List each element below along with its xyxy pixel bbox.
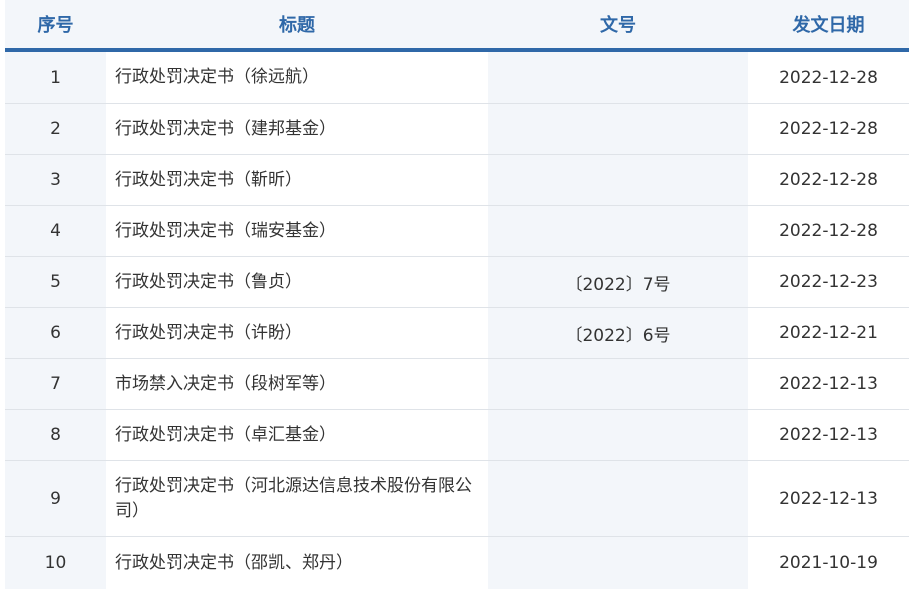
row-no: 5: [5, 257, 106, 307]
table-row: 7 市场禁入决定书（段树军等） 2022-12-13: [5, 359, 909, 410]
table-header: 序号 标题 文号 发文日期: [5, 0, 909, 52]
row-title-link[interactable]: 行政处罚决定书（徐远航）: [106, 52, 488, 103]
row-no: 9: [5, 461, 106, 536]
row-no: 8: [5, 410, 106, 460]
row-doc-no: [488, 537, 748, 589]
row-no: 10: [5, 537, 106, 589]
table-row: 6 行政处罚决定书（许盼） 〔2022〕6号 2022-12-21: [5, 308, 909, 359]
header-no: 序号: [37, 15, 74, 36]
table-row: 5 行政处罚决定书（鲁贞） 〔2022〕7号 2022-12-23: [5, 257, 909, 308]
table-row: 10 行政处罚决定书（邵凯、郑丹） 2021-10-19: [5, 537, 909, 589]
table-row: 3 行政处罚决定书（靳昕） 2022-12-28: [5, 155, 909, 206]
row-title-link[interactable]: 行政处罚决定书（河北源达信息技术股份有限公司）: [106, 461, 488, 536]
row-date: 2022-12-28: [748, 52, 909, 103]
table-row: 9 行政处罚决定书（河北源达信息技术股份有限公司） 2022-12-13: [5, 461, 909, 537]
header-doc-no: 文号: [600, 15, 636, 36]
row-date: 2022-12-28: [748, 155, 909, 205]
row-no: 1: [5, 52, 106, 103]
row-no: 6: [5, 308, 106, 358]
row-doc-no: [488, 410, 748, 460]
row-doc-no: [488, 155, 748, 205]
row-title-link[interactable]: 行政处罚决定书（卓汇基金）: [106, 410, 488, 460]
table-row: 1 行政处罚决定书（徐远航） 2022-12-28: [5, 52, 909, 104]
row-title-link[interactable]: 行政处罚决定书（鲁贞）: [106, 257, 488, 307]
row-doc-no: [488, 206, 748, 256]
row-date: 2022-12-23: [748, 257, 909, 307]
document-table: 序号 标题 文号 发文日期 1 行政处罚决定书（徐远航） 2022-12-28 …: [5, 0, 909, 589]
row-title-link[interactable]: 市场禁入决定书（段树军等）: [106, 359, 488, 409]
row-no: 2: [5, 104, 106, 154]
table-row: 4 行政处罚决定书（瑞安基金） 2022-12-28: [5, 206, 909, 257]
row-doc-no: 〔2022〕6号: [488, 308, 748, 358]
header-date: 发文日期: [792, 15, 865, 36]
row-doc-no: [488, 104, 748, 154]
table-row: 2 行政处罚决定书（建邦基金） 2022-12-28: [5, 104, 909, 155]
row-date: 2021-10-19: [748, 537, 909, 589]
row-date: 2022-12-13: [748, 359, 909, 409]
row-date: 2022-12-21: [748, 308, 909, 358]
row-date: 2022-12-28: [748, 104, 909, 154]
table-row: 8 行政处罚决定书（卓汇基金） 2022-12-13: [5, 410, 909, 461]
row-title-link[interactable]: 行政处罚决定书（建邦基金）: [106, 104, 488, 154]
row-no: 4: [5, 206, 106, 256]
row-doc-no: [488, 359, 748, 409]
row-title-link[interactable]: 行政处罚决定书（许盼）: [106, 308, 488, 358]
row-no: 3: [5, 155, 106, 205]
row-title-link[interactable]: 行政处罚决定书（瑞安基金）: [106, 206, 488, 256]
row-date: 2022-12-13: [748, 461, 909, 536]
header-title: 标题: [279, 15, 315, 36]
row-title-link[interactable]: 行政处罚决定书（邵凯、郑丹）: [106, 537, 488, 589]
row-date: 2022-12-28: [748, 206, 909, 256]
row-doc-no: [488, 461, 748, 536]
row-doc-no: 〔2022〕7号: [488, 257, 748, 307]
row-date: 2022-12-13: [748, 410, 909, 460]
row-no: 7: [5, 359, 106, 409]
row-doc-no: [488, 52, 748, 103]
row-title-link[interactable]: 行政处罚决定书（靳昕）: [106, 155, 488, 205]
